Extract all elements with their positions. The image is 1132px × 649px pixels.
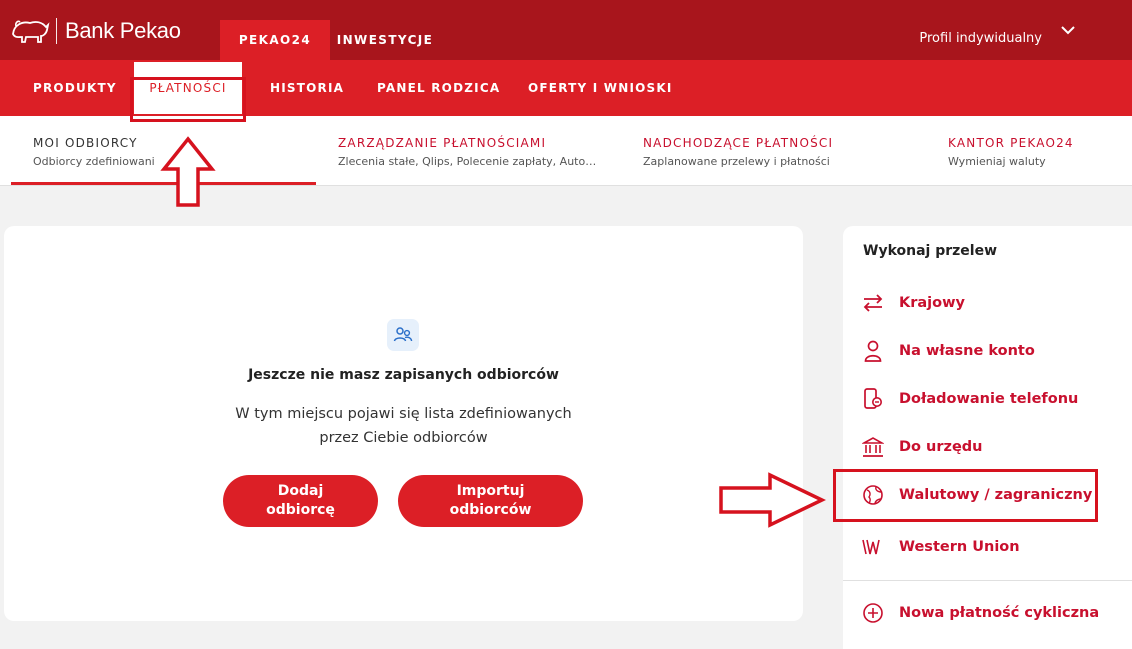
transfer-doladowanie-telefonu[interactable]: Doładowanie telefonu [861, 385, 1078, 413]
import-recipients-button[interactable]: Importuj odbiorców [398, 475, 583, 527]
transfer-western-union[interactable]: Western Union [861, 533, 1020, 561]
empty-desc-line: W tym miejscu pojawi się lista zdefiniow… [235, 406, 572, 422]
transfer-do-urzedu[interactable]: Do urzędu [861, 433, 983, 461]
empty-desc-line: przez Ciebie odbiorców [319, 430, 488, 446]
make-transfer-panel: Wykonaj przelew Krajowy Na własne konto … [843, 226, 1132, 649]
empty-state-title: Jeszcze nie masz zapisanych odbiorców [248, 367, 559, 383]
subnav-subtitle: Odbiorcy zdefiniowani [33, 155, 155, 168]
new-recurring-payment[interactable]: Nowa płatność cykliczna [861, 599, 1099, 627]
transfer-krajowy[interactable]: Krajowy [861, 289, 965, 317]
highlight-walutowy [833, 469, 1098, 522]
subnav-moi-odbiorcy[interactable]: MOI ODBIORCY Odbiorcy zdefiniowani [33, 136, 155, 168]
logo-separator [56, 18, 57, 44]
subnav-subtitle: Zaplanowane przelewy i płatności [643, 155, 830, 168]
subnav-title: ZARZĄDZANIE PŁATNOŚCIAMI [338, 136, 547, 150]
recipients-icon [387, 319, 419, 351]
transfer-label: Krajowy [899, 295, 965, 311]
brand-name: Bank Pekao [65, 18, 181, 43]
western-union-icon [861, 535, 885, 559]
tab-pekao24[interactable]: PEKAO24 [220, 20, 330, 60]
highlight-platnosci [130, 77, 246, 122]
plus-circle-icon [861, 601, 885, 625]
subnav-subtitle: Zlecenia stałe, Qlips, Polecenie zapłaty… [338, 155, 600, 168]
subnav-title: NADCHODZĄCE PŁATNOŚCI [643, 136, 834, 150]
button-line: Importuj [456, 483, 525, 499]
nav-historia[interactable]: HISTORIA [270, 60, 344, 116]
panel-title: Wykonaj przelew [863, 243, 998, 259]
add-recipient-button[interactable]: Dodaj odbiorcę [223, 475, 378, 527]
phone-topup-icon [861, 387, 885, 411]
right-arrow-annotation-icon [719, 472, 826, 528]
panel-divider [843, 580, 1132, 581]
nav-panel-rodzica[interactable]: PANEL RODZICA [377, 60, 500, 116]
subnav-subtitle: Wymieniaj waluty [948, 155, 1046, 168]
person-icon [861, 339, 885, 363]
subnav-kantor-pekao24[interactable]: KANTOR PEKAO24 Wymieniaj waluty [948, 136, 1074, 168]
transfer-arrows-icon [861, 291, 885, 315]
button-line: Dodaj [277, 483, 324, 499]
empty-state-description: W tym miejscu pojawi się lista zdefiniow… [4, 402, 803, 450]
transfer-label: Nowa płatność cykliczna [899, 605, 1100, 621]
government-building-icon [861, 435, 885, 459]
recipients-empty-state-card: Jeszcze nie masz zapisanych odbiorców W … [4, 226, 803, 621]
transfer-label: Western Union [899, 539, 1020, 555]
subnav-title: MOI ODBIORCY [33, 136, 138, 150]
up-arrow-annotation-icon [160, 136, 216, 207]
nav-produkty[interactable]: PRODUKTY [33, 60, 117, 116]
tab-inwestycje[interactable]: INWESTYCJE [330, 20, 440, 60]
top-header: Bank Pekao PEKAO24 INWESTYCJE Profil ind… [0, 0, 1132, 60]
subnav-zarzadzanie-platnosciami[interactable]: ZARZĄDZANIE PŁATNOŚCIAMI Zlecenia stałe,… [338, 136, 600, 168]
subnav-nadchodzace-platnosci[interactable]: NADCHODZĄCE PŁATNOŚCI Zaplanowane przele… [643, 136, 833, 168]
bank-logo[interactable]: Bank Pekao [10, 14, 181, 48]
transfer-label: Doładowanie telefonu [899, 391, 1079, 407]
bison-logo-icon [12, 20, 50, 43]
button-line: odbiorców [449, 502, 532, 518]
chevron-down-icon[interactable] [1060, 22, 1076, 42]
transfer-na-wlasne-konto[interactable]: Na własne konto [861, 337, 1035, 365]
subnav-title: KANTOR PEKAO24 [948, 136, 1074, 150]
transfer-label: Do urzędu [899, 439, 983, 455]
transfer-label: Na własne konto [899, 343, 1035, 359]
nav-oferty-i-wnioski[interactable]: OFERTY I WNIOSKI [528, 60, 673, 116]
profile-selector-label[interactable]: Profil indywidualny [919, 31, 1042, 46]
button-line: odbiorcę [266, 502, 335, 518]
